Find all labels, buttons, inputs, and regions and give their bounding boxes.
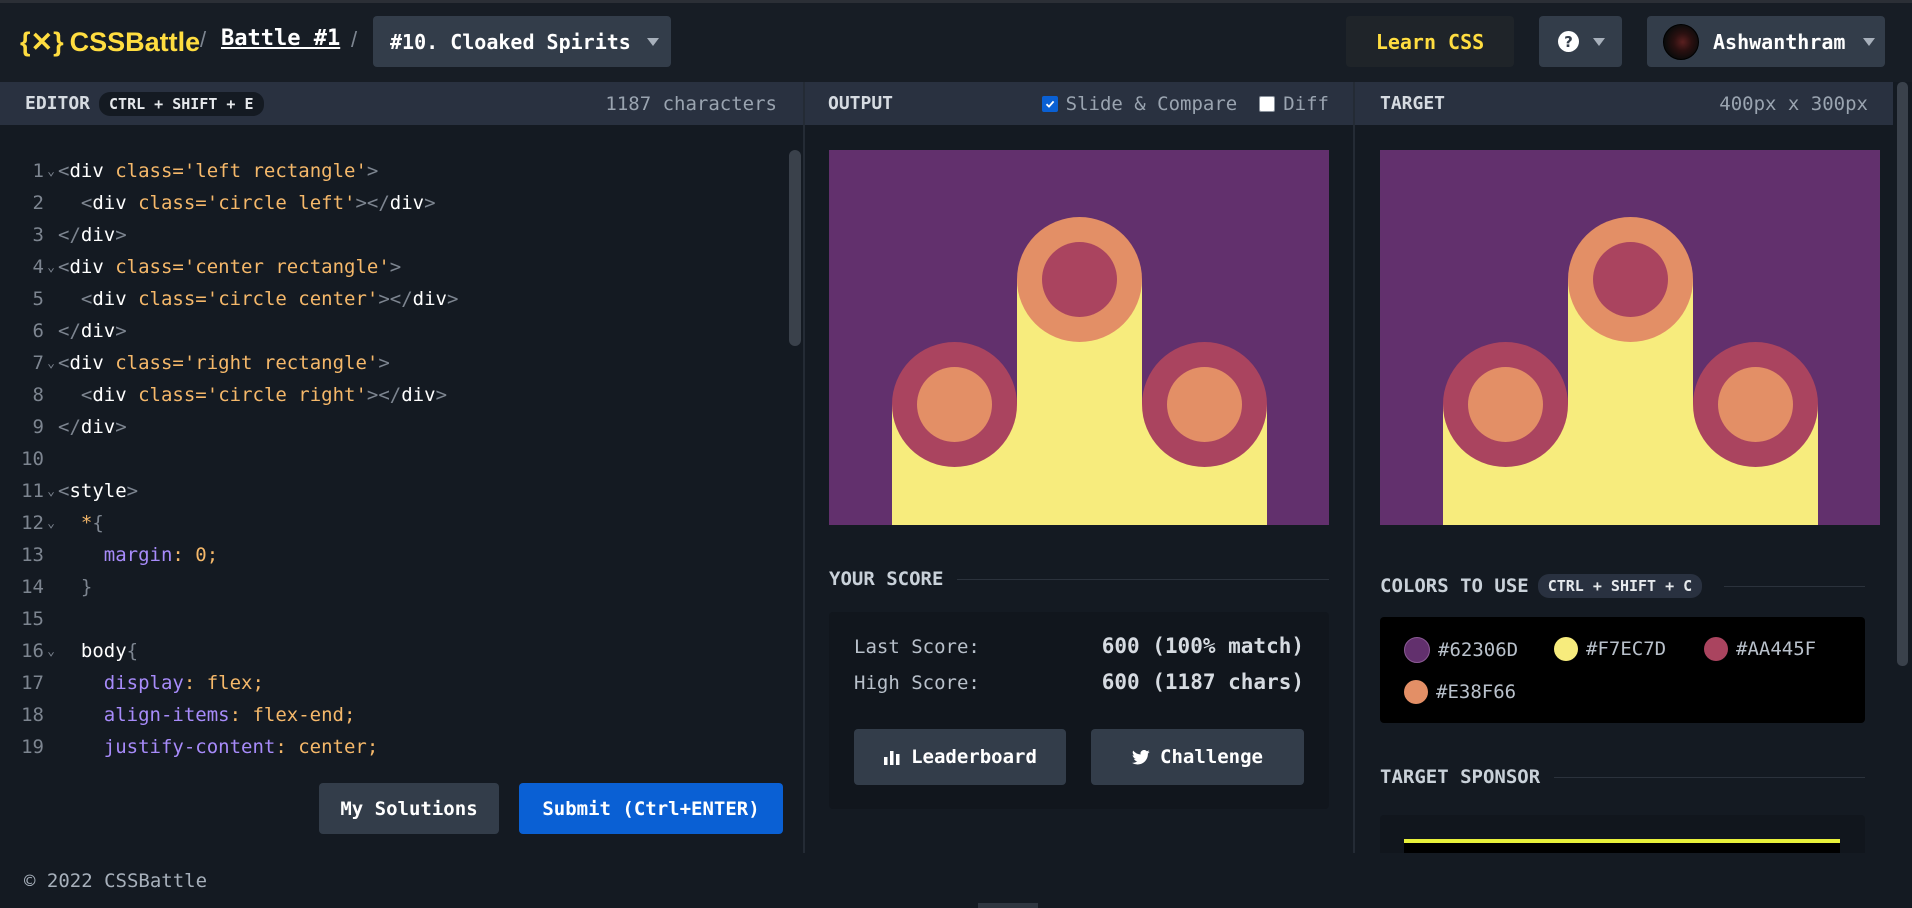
level-select[interactable]: #10. Cloaked Spirits xyxy=(373,16,671,67)
code-line: 19 justify-content: center; xyxy=(21,736,379,758)
left-circle-inner xyxy=(1468,367,1543,442)
username: Ashwanthram xyxy=(1713,29,1846,54)
colors-section-title: COLORS TO USE CTRL + SHIFT + C xyxy=(1380,572,1865,600)
center-circle-inner xyxy=(1042,242,1117,317)
page-scrollbar-thumb[interactable] xyxy=(1897,82,1908,666)
target-size: 400px x 300px xyxy=(1719,92,1868,115)
color-swatch xyxy=(1404,680,1428,704)
high-score-value: 600 (1187 chars) xyxy=(1101,670,1304,694)
leaderboard-button[interactable]: Leaderboard xyxy=(854,729,1066,785)
footer: © 2022 CSSBattle xyxy=(0,853,1912,908)
code-line: 17 display: flex; xyxy=(21,672,264,694)
code-line: 18 align-items: flex-end; xyxy=(21,704,356,726)
diff-checkbox[interactable] xyxy=(1259,95,1276,112)
code-line: 10 xyxy=(21,448,44,470)
code-line: 2 <div class='circle left'></div> xyxy=(32,192,436,214)
code-line: 3 </div> xyxy=(32,224,127,246)
learn-css-button[interactable]: Learn CSS xyxy=(1346,16,1514,67)
editor-header: EDITOR CTRL + SHIFT + E 1187 characters xyxy=(0,82,803,125)
panel-divider xyxy=(1353,82,1355,853)
color-swatch-item[interactable]: #E38F66 xyxy=(1404,680,1516,704)
code-line: 1 ⌄ <div class='left rectangle'> xyxy=(32,160,379,182)
color-swatch-item[interactable]: #AA445F xyxy=(1704,637,1816,661)
score-section-title: YOUR SCORE xyxy=(829,566,1329,592)
color-swatch xyxy=(1404,637,1430,663)
chevron-down-icon xyxy=(646,37,659,46)
code-line: 4 ⌄ <div class='center rectangle'> xyxy=(32,256,402,278)
right-circle-inner xyxy=(1718,367,1793,442)
color-swatch-item[interactable]: #F7EC7D xyxy=(1554,637,1666,661)
right-circle-inner xyxy=(1167,367,1242,442)
character-count: 1187 characters xyxy=(605,92,777,115)
code-line: 11 ⌄ <style> xyxy=(21,480,139,502)
color-swatch xyxy=(1704,637,1728,661)
bar-chart-icon xyxy=(884,751,900,765)
help-icon: ? xyxy=(1558,31,1579,52)
code-line: 6 </div> xyxy=(32,320,127,342)
user-menu-button[interactable]: Ashwanthram xyxy=(1647,16,1885,67)
colors-shortcut-badge: CTRL + SHIFT + C xyxy=(1537,574,1703,598)
submit-button[interactable]: Submit (Ctrl+ENTER) xyxy=(519,783,783,834)
code-line: 16 ⌄ body{ xyxy=(21,640,139,662)
center-circle-inner xyxy=(1593,242,1668,317)
breadcrumb-separator: / xyxy=(200,27,207,52)
sponsor-banner-body xyxy=(1404,843,1840,853)
code-line: 12 ⌄ *{ xyxy=(21,512,104,534)
code-line: 14 } xyxy=(21,576,93,598)
colors-box xyxy=(1380,617,1865,723)
chevron-down-icon xyxy=(1863,37,1876,46)
chevron-down-icon xyxy=(1593,37,1605,46)
target-preview xyxy=(1380,150,1880,525)
slide-compare-checkbox[interactable] xyxy=(1041,95,1058,112)
color-swatch-item[interactable]: #62306D xyxy=(1404,637,1518,663)
slide-compare-toggle[interactable]: Slide & Compare xyxy=(1041,92,1238,115)
footer-handle xyxy=(978,903,1038,908)
logo-mark-icon: {✕} xyxy=(20,26,64,57)
divider-line xyxy=(957,578,1329,580)
last-score-value: 600 (100% match) xyxy=(1101,634,1304,658)
breadcrumb-separator: / xyxy=(351,27,358,52)
battle-link[interactable]: Battle #1 xyxy=(221,26,340,51)
challenge-button[interactable]: Challenge xyxy=(1091,729,1304,785)
target-title: TARGET xyxy=(1380,93,1446,114)
panel-divider xyxy=(803,82,805,853)
left-circle-inner xyxy=(917,367,992,442)
logo-text: CSSBattle xyxy=(69,26,201,57)
output-header: OUTPUT Slide & Compare Diff xyxy=(805,82,1353,125)
code-line: 9 </div> xyxy=(32,416,127,438)
code-line: 15 xyxy=(21,608,44,630)
last-score-label: Last Score: xyxy=(854,636,980,658)
code-line: 8 <div class='circle right'></div> xyxy=(32,384,448,406)
copyright-text: © 2022 CSSBattle xyxy=(24,869,208,892)
avatar xyxy=(1663,23,1699,60)
high-score-label: High Score: xyxy=(854,672,980,694)
output-preview[interactable] xyxy=(829,150,1329,525)
diff-label: Diff xyxy=(1283,92,1329,115)
divider-line xyxy=(1724,585,1865,587)
sponsor-section-title: TARGET SPONSOR xyxy=(1380,764,1865,790)
color-swatch xyxy=(1554,637,1578,661)
code-line: 5 <div class='circle center'></div> xyxy=(32,288,459,310)
editor-shortcut-badge: CTRL + SHIFT + E xyxy=(99,91,264,116)
output-title: OUTPUT xyxy=(828,93,894,114)
diff-toggle[interactable]: Diff xyxy=(1259,93,1329,115)
cssbattle-logo[interactable]: {✕} CSSBattle xyxy=(20,22,200,62)
level-title: #10. Cloaked Spirits xyxy=(390,29,631,54)
twitter-icon xyxy=(1132,749,1150,764)
editor-title: EDITOR xyxy=(25,93,91,114)
editor-scrollbar[interactable] xyxy=(789,150,801,346)
slide-compare-label: Slide & Compare xyxy=(1065,92,1238,115)
help-menu-button[interactable]: ? xyxy=(1539,16,1622,67)
my-solutions-button[interactable]: My Solutions xyxy=(319,783,499,834)
code-line: 13 margin: 0; xyxy=(21,544,219,566)
target-header: TARGET 400px x 300px xyxy=(1355,82,1893,125)
divider-line xyxy=(1554,776,1865,778)
code-line: 7 ⌄ <div class='right rectangle'> xyxy=(32,352,390,374)
